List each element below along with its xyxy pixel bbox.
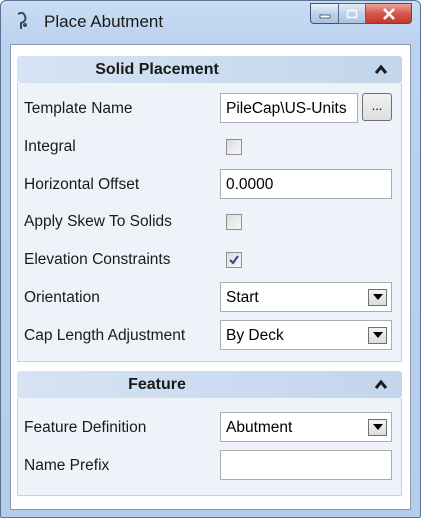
template-name-field[interactable]: PileCap\US-Units: [220, 93, 358, 123]
name-prefix-field[interactable]: [220, 450, 392, 480]
apply-skew-row: Apply Skew To Solids: [24, 206, 394, 238]
app-icon: [17, 11, 27, 29]
collapse-up-icon[interactable]: [374, 63, 388, 75]
apply-skew-checkbox[interactable]: [226, 214, 242, 230]
feature-title: Feature: [128, 376, 186, 393]
orientation-dropdown-button[interactable]: [368, 289, 387, 306]
elevation-constraints-checkbox[interactable]: [226, 252, 242, 268]
horizontal-offset-label: Horizontal Offset: [24, 176, 140, 193]
title-bar[interactable]: Place Abutment: [1, 1, 420, 43]
place-abutment-window: Place Abutment Solid Placement Template …: [0, 0, 421, 518]
close-icon: [382, 7, 395, 20]
collapse-up-icon[interactable]: [374, 378, 388, 390]
orientation-value: Start: [226, 289, 259, 306]
feature-definition-row: Feature Definition Abutment: [24, 412, 394, 444]
cap-length-adjustment-row: Cap Length Adjustment By Deck: [24, 320, 394, 352]
elevation-constraints-row: Elevation Constraints: [24, 244, 394, 276]
cap-length-adjustment-label: Cap Length Adjustment: [24, 327, 186, 344]
orientation-row: Orientation Start: [24, 282, 394, 314]
integral-checkbox[interactable]: [226, 139, 242, 155]
close-button[interactable]: [366, 3, 412, 24]
dialog-client-area: Solid Placement Template Name PileCap\US…: [10, 44, 411, 510]
cap-length-adjustment-dropdown-button[interactable]: [368, 327, 387, 344]
apply-skew-label: Apply Skew To Solids: [24, 213, 172, 230]
feature-body: Feature Definition Abutment Name Prefix: [17, 398, 402, 496]
feature-definition-value: Abutment: [226, 419, 293, 436]
horizontal-offset-field[interactable]: 0.0000: [220, 169, 392, 199]
chevron-down-icon: [373, 424, 383, 430]
orientation-dropdown[interactable]: Start: [220, 282, 392, 312]
chevron-down-icon: [373, 332, 383, 338]
cap-length-adjustment-value: By Deck: [226, 327, 284, 344]
feature-definition-dropdown[interactable]: Abutment: [220, 412, 392, 442]
feature-header[interactable]: Feature: [17, 371, 402, 398]
window-title: Place Abutment: [44, 12, 164, 31]
integral-label: Integral: [24, 138, 76, 155]
name-prefix-row: Name Prefix: [24, 450, 394, 482]
cap-length-adjustment-dropdown[interactable]: By Deck: [220, 320, 392, 350]
integral-row: Integral: [24, 131, 394, 163]
browse-button[interactable]: ...: [362, 93, 392, 121]
minimize-icon: [319, 14, 330, 18]
orientation-label: Orientation: [24, 289, 100, 306]
maximize-button[interactable]: [338, 3, 366, 24]
template-name-label: Template Name: [24, 100, 133, 117]
maximize-icon: [346, 9, 358, 18]
feature-definition-dropdown-button[interactable]: [368, 419, 387, 436]
feature-definition-label: Feature Definition: [24, 419, 147, 436]
minimize-button[interactable]: [310, 3, 338, 24]
elevation-constraints-label: Elevation Constraints: [24, 251, 171, 268]
caption-buttons: [310, 3, 412, 25]
solid-placement-body: Template Name PileCap\US-Units ... Integ…: [17, 83, 402, 362]
chevron-down-icon: [373, 294, 383, 300]
checkmark-icon: [229, 255, 239, 265]
template-name-row: Template Name PileCap\US-Units ...: [24, 93, 394, 125]
horizontal-offset-row: Horizontal Offset 0.0000: [24, 169, 394, 201]
solid-placement-title: Solid Placement: [95, 61, 219, 78]
solid-placement-header[interactable]: Solid Placement: [17, 56, 402, 83]
name-prefix-label: Name Prefix: [24, 457, 110, 474]
